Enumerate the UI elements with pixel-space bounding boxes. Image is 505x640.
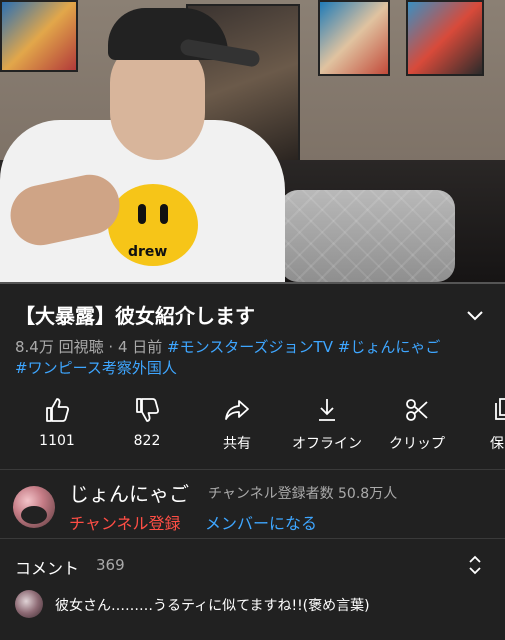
subscriber-count: チャンネル登録者数 50.8万人	[208, 486, 398, 502]
divider	[0, 469, 505, 470]
subscribe-button[interactable]: チャンネル登録	[69, 510, 181, 534]
upload-age: 4 日前	[117, 338, 163, 356]
top-comment-text[interactable]: 彼女さん………うるティに似てますね!!(褒め言葉)	[55, 595, 370, 615]
channel-name[interactable]: じょんにゃご	[69, 478, 189, 507]
save-icon	[495, 398, 505, 420]
progress-bar[interactable]	[0, 282, 505, 284]
comments-label[interactable]: コメント	[15, 555, 79, 579]
shirt-print: drew	[128, 244, 168, 260]
clip-button[interactable]: クリップ	[372, 395, 462, 453]
thumbs-up-icon	[46, 398, 70, 422]
join-membership-button[interactable]: メンバーになる	[205, 510, 317, 534]
save-button[interactable]: 保	[462, 395, 505, 453]
video-title[interactable]: 【大暴露】彼女紹介します	[15, 300, 255, 329]
hashtag-link[interactable]: #モンスターズジョンTV	[167, 338, 333, 356]
share-label: 共有	[223, 436, 251, 452]
commenter-avatar[interactable]	[15, 590, 43, 618]
download-button[interactable]: オフライン	[282, 395, 372, 453]
dislike-count: 822	[133, 433, 161, 449]
dislike-button[interactable]: 822	[102, 395, 192, 449]
painting-right-2	[406, 0, 484, 76]
share-icon	[225, 400, 249, 420]
like-count: 1101	[39, 433, 75, 449]
share-button[interactable]: 共有	[192, 395, 282, 453]
hashtag-link[interactable]: #ワンピース考察外国人	[15, 359, 177, 377]
thumbs-down-icon	[136, 398, 160, 422]
hashtag-link[interactable]: #じょんにゃご	[338, 338, 441, 356]
video-player[interactable]: drew	[0, 0, 505, 284]
video-meta: 8.4万 回視聴 · 4 日前 #モンスターズジョンTV #じょんにゃご #ワン…	[15, 337, 485, 379]
quilted-pillow	[280, 190, 455, 282]
scissors-icon	[406, 399, 428, 421]
painting-left	[0, 0, 78, 72]
chevron-down-icon[interactable]	[462, 304, 488, 326]
comments-count: 369	[96, 556, 125, 574]
action-bar: 1101 822 共有 オフライン クリップ 保	[0, 395, 505, 460]
save-label: 保	[490, 436, 504, 452]
download-label: オフライン	[292, 436, 362, 452]
divider	[0, 538, 505, 539]
view-count: 8.4万 回視聴	[15, 338, 104, 356]
like-button[interactable]: 1101	[12, 395, 102, 449]
painting-right-1	[318, 0, 390, 76]
channel-avatar[interactable]	[13, 486, 55, 528]
meta-separator: ·	[103, 338, 118, 356]
expand-collapse-icon[interactable]	[466, 554, 484, 576]
clip-label: クリップ	[389, 436, 445, 452]
download-icon	[319, 399, 335, 421]
